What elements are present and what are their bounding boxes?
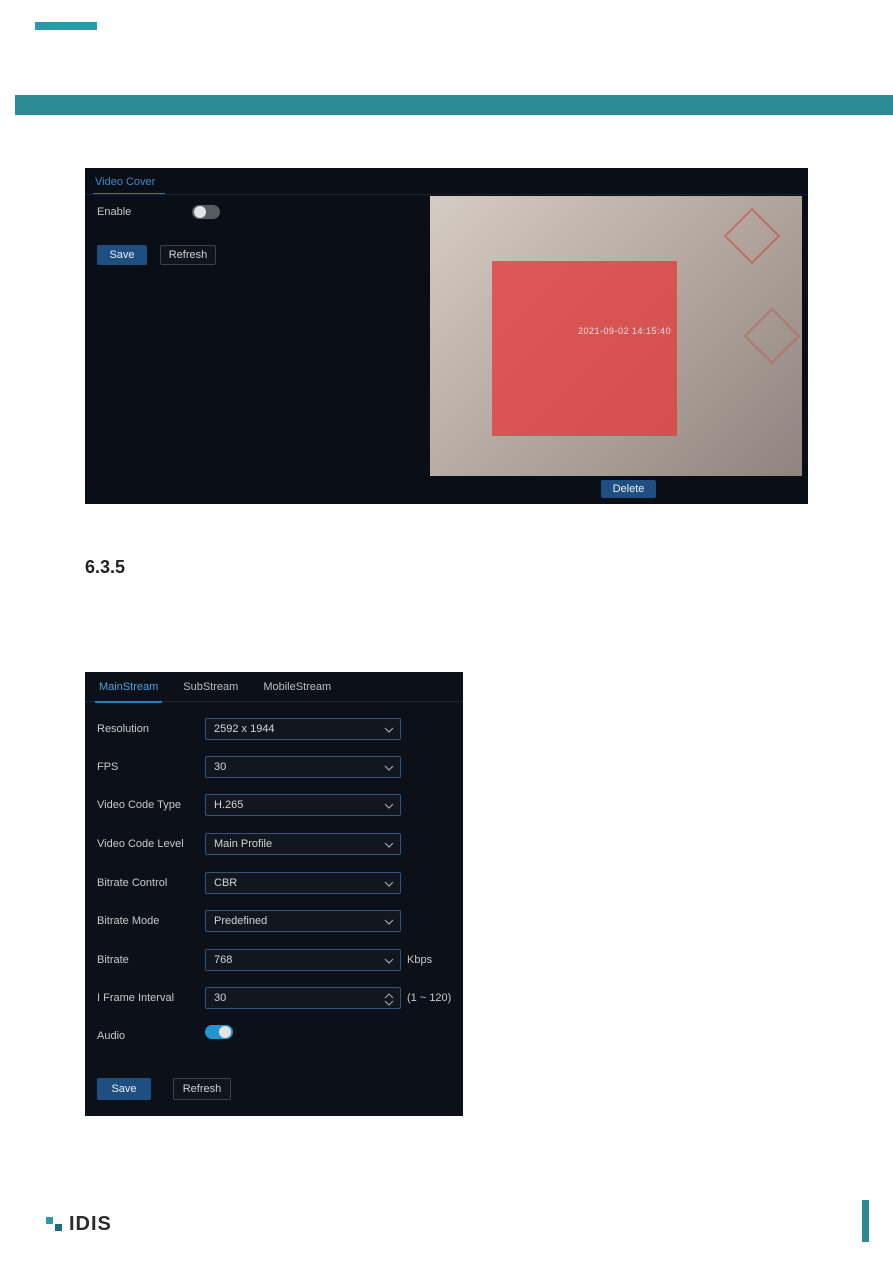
timestamp-overlay: 2021-09-02 14:15:40 xyxy=(578,326,671,336)
bitrate-control-label: Bitrate Control xyxy=(97,877,205,889)
fps-label: FPS xyxy=(97,761,205,773)
video-code-type-value: H.265 xyxy=(214,799,243,811)
chevron-down-icon xyxy=(384,840,394,853)
iframe-value: 30 xyxy=(214,992,226,1004)
refresh-button[interactable]: Refresh xyxy=(160,245,216,265)
row-bitrate: Bitrate 768 Kbps xyxy=(97,949,432,971)
row-fps: FPS 30 xyxy=(97,756,401,778)
refresh-button[interactable]: Refresh xyxy=(173,1078,231,1100)
chevron-down-icon xyxy=(384,917,394,930)
row-iframe: I Frame Interval 30 (1 ~ 120) xyxy=(97,987,451,1009)
bitrate-select[interactable]: 768 xyxy=(205,949,401,971)
iframe-range: (1 ~ 120) xyxy=(407,992,451,1004)
resolution-value: 2592 x 1944 xyxy=(214,723,275,735)
stream-tabs: MainStream SubStream MobileStream xyxy=(85,672,463,702)
stepper-icon[interactable] xyxy=(384,990,396,1008)
bitrate-value: 768 xyxy=(214,954,232,966)
video-cover-panel: Video Cover Enable Save Refresh 2021-09-… xyxy=(85,168,808,504)
bitrate-mode-select[interactable]: Predefined xyxy=(205,910,401,932)
preview-marker-icon xyxy=(724,208,781,265)
audio-label: Audio xyxy=(97,1030,205,1042)
video-code-type-select[interactable]: H.265 xyxy=(205,794,401,816)
bitrate-control-value: CBR xyxy=(214,877,237,889)
chevron-down-icon xyxy=(384,725,394,738)
resolution-select[interactable]: 2592 x 1944 xyxy=(205,718,401,740)
toggle-knob xyxy=(219,1026,231,1038)
iframe-spinner[interactable]: 30 xyxy=(205,987,401,1009)
fps-select[interactable]: 30 xyxy=(205,756,401,778)
section-heading-number: 6.3.5 xyxy=(85,557,125,578)
row-resolution: Resolution 2592 x 1944 xyxy=(97,718,401,740)
row-video-code-type: Video Code Type H.265 xyxy=(97,794,401,816)
enable-label: Enable xyxy=(97,206,131,218)
tab-mobilestream[interactable]: MobileStream xyxy=(263,672,331,702)
bitrate-unit: Kbps xyxy=(407,954,432,966)
chevron-up-icon xyxy=(384,993,394,999)
row-bitrate-control: Bitrate Control CBR xyxy=(97,872,401,894)
row-bitrate-mode: Bitrate Mode Predefined xyxy=(97,910,401,932)
stream-settings-panel: MainStream SubStream MobileStream Resolu… xyxy=(85,672,463,1116)
brand-text: IDIS xyxy=(69,1213,112,1236)
save-button[interactable]: Save xyxy=(97,245,147,265)
page-divider-bar xyxy=(15,95,893,115)
chevron-down-icon xyxy=(384,956,394,969)
chevron-down-icon xyxy=(384,879,394,892)
chevron-down-icon xyxy=(384,763,394,776)
enable-toggle[interactable] xyxy=(192,205,220,219)
bitrate-mode-label: Bitrate Mode xyxy=(97,915,205,927)
video-code-type-label: Video Code Type xyxy=(97,799,205,811)
cover-region-rect[interactable] xyxy=(492,261,677,436)
fps-value: 30 xyxy=(214,761,226,773)
brand-logo: IDIS xyxy=(44,1213,112,1236)
toggle-knob xyxy=(194,206,206,218)
top-accent-bar xyxy=(35,22,97,30)
delete-button[interactable]: Delete xyxy=(601,480,656,498)
row-audio: Audio xyxy=(97,1025,205,1047)
tab-video-cover[interactable]: Video Cover xyxy=(95,168,155,196)
video-code-level-label: Video Code Level xyxy=(97,838,205,850)
tab-substream[interactable]: SubStream xyxy=(183,672,238,702)
resolution-label: Resolution xyxy=(97,723,205,735)
audio-toggle[interactable] xyxy=(205,1025,233,1039)
preview-marker-icon xyxy=(744,308,801,365)
video-code-level-select[interactable]: Main Profile xyxy=(205,833,401,855)
logo-mark-icon xyxy=(44,1215,64,1235)
video-code-level-value: Main Profile xyxy=(214,838,272,850)
tab-mainstream[interactable]: MainStream xyxy=(99,672,158,702)
chevron-down-icon xyxy=(384,1000,394,1006)
footer-accent-bar xyxy=(862,1200,869,1242)
video-preview[interactable]: 2021-09-02 14:15:40 xyxy=(430,196,802,476)
row-video-code-level: Video Code Level Main Profile xyxy=(97,833,401,855)
bitrate-control-select[interactable]: CBR xyxy=(205,872,401,894)
iframe-label: I Frame Interval xyxy=(97,992,205,1004)
chevron-down-icon xyxy=(384,801,394,814)
save-button[interactable]: Save xyxy=(97,1078,151,1100)
bitrate-mode-value: Predefined xyxy=(214,915,267,927)
bitrate-label: Bitrate xyxy=(97,954,205,966)
tab-underline-rail xyxy=(85,194,808,195)
